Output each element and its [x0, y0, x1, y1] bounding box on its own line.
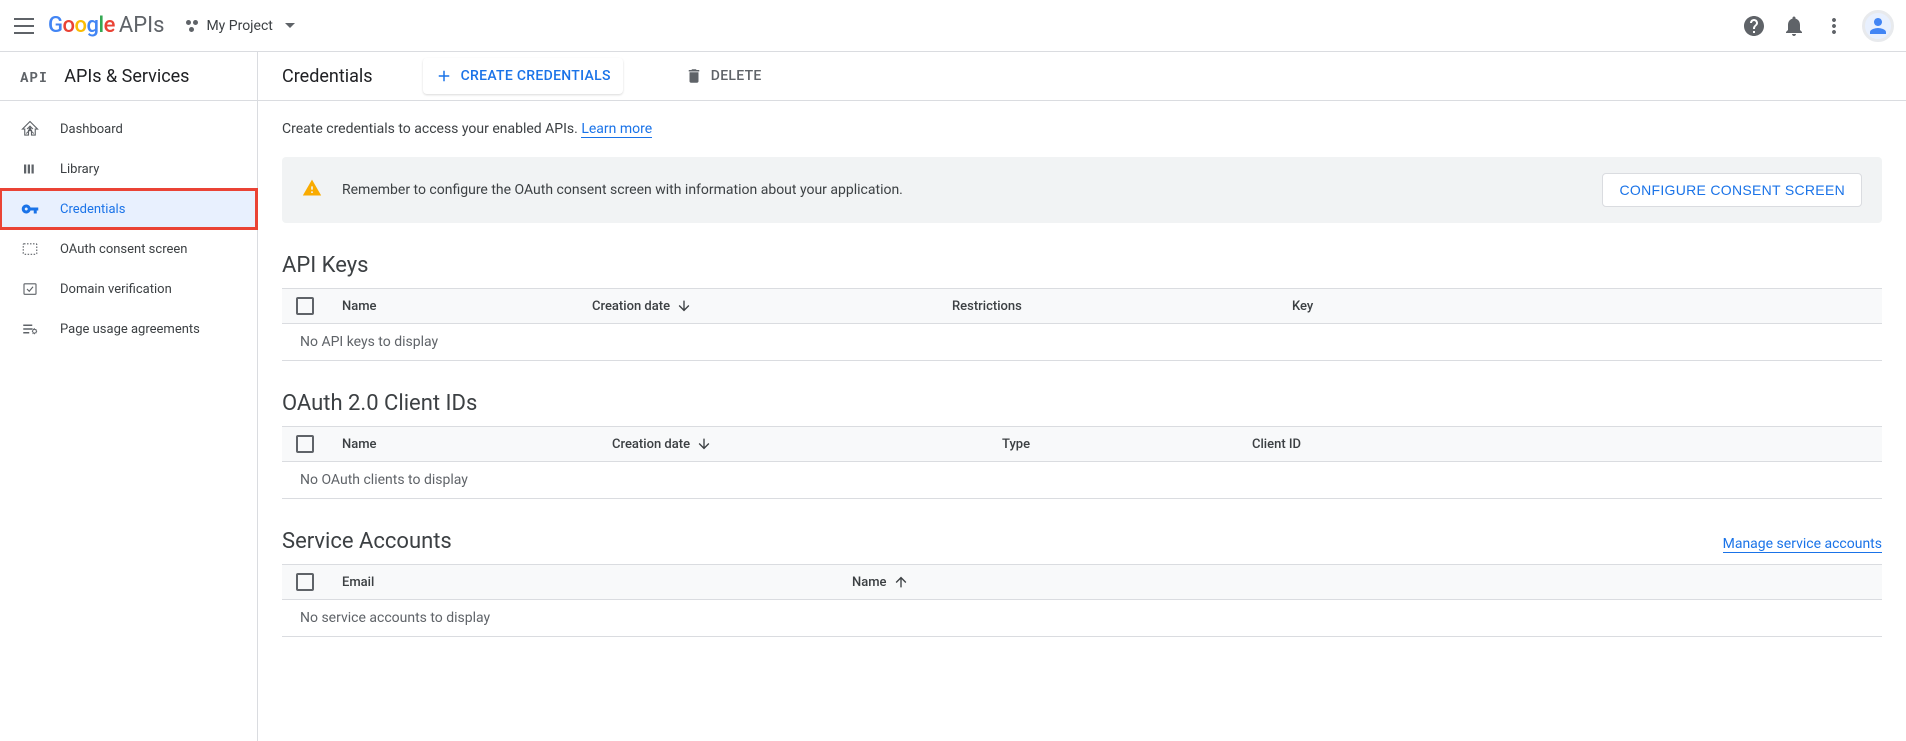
sidebar-item-page-usage[interactable]: Page usage agreements [0, 309, 257, 349]
sidebar-item-label: Credentials [60, 202, 125, 217]
learn-more-link[interactable]: Learn more [581, 121, 652, 138]
sidebar-item-oauth-consent[interactable]: OAuth consent screen [0, 229, 257, 269]
project-selector[interactable]: My Project [176, 14, 302, 38]
column-type[interactable]: Type [1002, 437, 1252, 452]
select-all-checkbox[interactable] [296, 435, 314, 453]
trash-icon [685, 67, 703, 85]
consent-banner: Remember to configure the OAuth consent … [282, 157, 1882, 223]
delete-label: DELETE [711, 68, 762, 84]
select-all-checkbox[interactable] [296, 297, 314, 315]
sidebar-item-credentials[interactable]: Credentials [0, 189, 257, 229]
sidebar-item-dashboard[interactable]: Dashboard [0, 109, 257, 149]
arrow-down-icon [696, 436, 712, 452]
chevron-down-icon [285, 23, 295, 28]
section-title: OAuth 2.0 Client IDs [282, 391, 1882, 416]
top-header: Google APIs My Project [0, 0, 1906, 52]
section-title: Service Accounts [282, 529, 452, 554]
table-empty-message: No API keys to display [282, 324, 1882, 361]
sidebar-item-label: Page usage agreements [60, 322, 200, 337]
oauth-clients-section: OAuth 2.0 Client IDs Name Creation date … [282, 391, 1882, 499]
settings-list-icon [20, 319, 40, 339]
intro-text: Create credentials to access your enable… [282, 121, 1882, 137]
table-header-row: Name Creation date Type Client ID [282, 426, 1882, 462]
project-icon [184, 18, 200, 34]
avatar[interactable] [1862, 10, 1894, 42]
google-apis-logo[interactable]: Google APIs [48, 13, 164, 38]
more-vert-icon[interactable] [1822, 14, 1846, 38]
verified-icon [20, 279, 40, 299]
sidebar-header: API APIs & Services [0, 52, 257, 101]
column-creation-date[interactable]: Creation date [612, 436, 1002, 452]
table-header-row: Email Name [282, 564, 1882, 600]
column-creation-date[interactable]: Creation date [592, 298, 952, 314]
page-header: Credentials CREATE CREDENTIALS DELETE [258, 52, 1906, 101]
column-name[interactable]: Name [342, 437, 612, 452]
create-credentials-button[interactable]: CREATE CREDENTIALS [423, 58, 623, 94]
column-email[interactable]: Email [342, 575, 852, 590]
table-empty-message: No service accounts to display [282, 600, 1882, 637]
sidebar-item-label: OAuth consent screen [60, 242, 187, 257]
page-title: Credentials [282, 66, 373, 87]
configure-consent-button[interactable]: CONFIGURE CONSENT SCREEN [1602, 173, 1862, 207]
table-empty-message: No OAuth clients to display [282, 462, 1882, 499]
banner-text: Remember to configure the OAuth consent … [342, 182, 1582, 198]
create-credentials-label: CREATE CREDENTIALS [461, 68, 611, 84]
sidebar-item-label: Library [60, 162, 99, 177]
column-name[interactable]: Name [342, 299, 592, 314]
library-icon [20, 159, 40, 179]
arrow-down-icon [676, 298, 692, 314]
arrow-up-icon [893, 574, 909, 590]
consent-screen-icon [20, 239, 40, 259]
table-header-row: Name Creation date Restrictions Key [282, 288, 1882, 324]
section-title: API Keys [282, 253, 1882, 278]
sidebar-title: APIs & Services [64, 66, 189, 87]
sidebar-item-label: Dashboard [60, 122, 123, 137]
warning-icon [302, 178, 322, 202]
column-key[interactable]: Key [1292, 299, 1868, 314]
delete-button[interactable]: DELETE [673, 58, 774, 94]
notifications-icon[interactable] [1782, 14, 1806, 38]
column-restrictions[interactable]: Restrictions [952, 299, 1292, 314]
menu-icon[interactable] [12, 14, 36, 38]
sidebar-item-domain-verification[interactable]: Domain verification [0, 269, 257, 309]
sidebar-item-label: Domain verification [60, 282, 172, 297]
logo-apis-text: APIs [119, 13, 165, 38]
column-client-id[interactable]: Client ID [1252, 437, 1868, 452]
manage-service-accounts-link[interactable]: Manage service accounts [1723, 536, 1882, 553]
plus-icon [435, 67, 453, 85]
sidebar-item-library[interactable]: Library [0, 149, 257, 189]
api-keys-section: API Keys Name Creation date Restrictions… [282, 253, 1882, 361]
help-icon[interactable] [1742, 14, 1766, 38]
project-name: My Project [206, 18, 272, 34]
dashboard-icon [20, 119, 40, 139]
select-all-checkbox[interactable] [296, 573, 314, 591]
column-name[interactable]: Name [852, 574, 1868, 590]
key-icon [20, 199, 40, 219]
sidebar: API APIs & Services Dashboard Library Cr… [0, 52, 258, 741]
api-badge: API [20, 67, 48, 86]
service-accounts-section: Service Accounts Manage service accounts… [282, 529, 1882, 637]
main-content: Credentials CREATE CREDENTIALS DELETE Cr… [258, 52, 1906, 741]
